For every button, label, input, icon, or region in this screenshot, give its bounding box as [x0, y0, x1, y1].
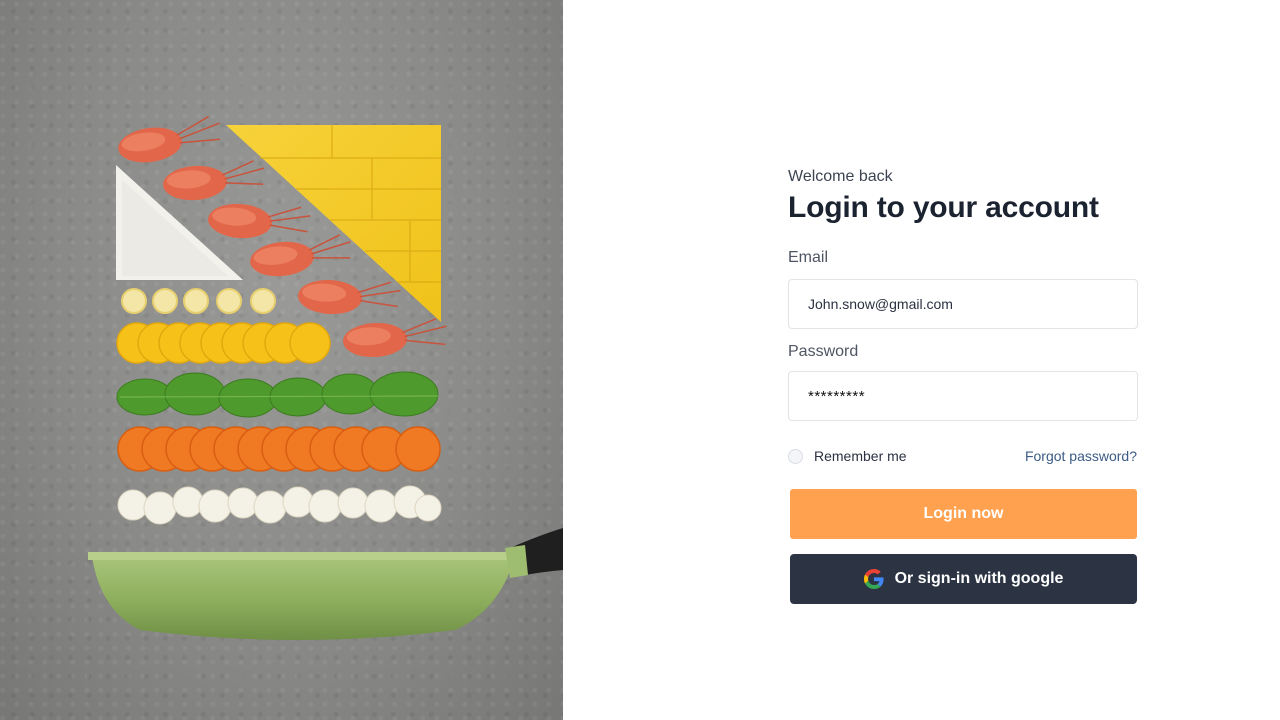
food-flatlay-image	[0, 0, 563, 720]
corn-slices	[121, 288, 276, 314]
food-illustration	[88, 115, 563, 640]
login-button[interactable]: Login now	[790, 489, 1137, 539]
forgot-password-link[interactable]: Forgot password?	[1025, 448, 1137, 464]
welcome-text: Welcome back	[788, 168, 893, 185]
google-button-label: Or sign-in with google	[894, 570, 1064, 587]
email-field[interactable]	[788, 279, 1138, 329]
frying-pan	[88, 528, 563, 640]
remember-me-checkbox[interactable]	[788, 448, 803, 464]
google-icon	[863, 569, 884, 589]
password-field[interactable]	[788, 371, 1138, 421]
email-label: Email	[788, 249, 829, 266]
google-signin-button[interactable]: Or sign-in with google	[790, 554, 1137, 604]
squash-slices	[116, 322, 331, 364]
remember-me-label: Remember me	[814, 448, 907, 464]
login-form: Welcome back Login to your account Email…	[788, 166, 1138, 604]
cauliflower-florets	[117, 485, 442, 525]
remember-me-toggle[interactable]: Remember me	[788, 448, 907, 464]
carrot-slices	[117, 426, 441, 472]
spinach-leaves	[116, 371, 439, 418]
page-title: Login to your account	[788, 191, 1099, 224]
password-label: Password	[788, 343, 859, 360]
form-options: Remember me Forgot password?	[788, 448, 1138, 464]
